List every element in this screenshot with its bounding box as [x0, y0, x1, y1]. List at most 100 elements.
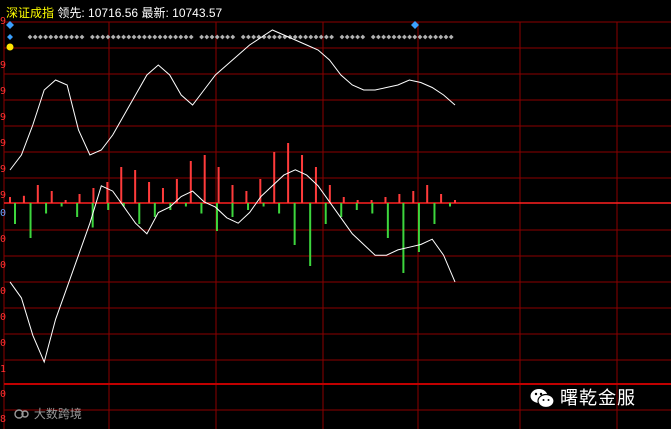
- marker-dot-icon: [79, 34, 85, 40]
- marker-dot-icon: [225, 34, 230, 40]
- marker-dot-icon: [38, 34, 43, 40]
- marker-dot-icon: [422, 34, 428, 40]
- volume-up-bar: [454, 200, 456, 203]
- volume-up-bar: [328, 185, 331, 203]
- volume-up-bar: [120, 167, 123, 203]
- volume-up-bar: [245, 191, 248, 203]
- marker-dot-icon: [64, 34, 69, 40]
- marker-dot-icon: [209, 34, 215, 40]
- marker-dot-icon: [277, 34, 282, 40]
- marker-dot-icon: [448, 34, 454, 40]
- y-axis-tick-label: 1: [0, 364, 7, 375]
- volume-up-bar: [398, 194, 401, 203]
- wechat-icon: [529, 388, 555, 409]
- y-axis-tick-label: 9: [0, 60, 7, 71]
- marker-dot-icon: [350, 34, 355, 40]
- volume-up-bar: [50, 191, 53, 203]
- marker-dot-icon: [386, 34, 392, 40]
- marker-dot-icon: [292, 34, 298, 40]
- marker-dot-icon: [95, 34, 100, 40]
- marker-dot-icon: [43, 34, 48, 40]
- marker-dot-icon: [199, 34, 204, 40]
- marker-dot-icon: [27, 34, 33, 40]
- marker-dot-icon: [105, 34, 111, 40]
- volume-down-bar: [138, 203, 141, 224]
- marker-row: [6, 21, 454, 51]
- marker-dot-icon: [360, 34, 366, 40]
- y-axis-tick-label: 0: [0, 286, 7, 297]
- volume-down-bar: [107, 203, 110, 210]
- marker-dot-icon: [188, 34, 194, 40]
- marker-dot-icon: [157, 34, 163, 40]
- marker-dot-icon: [173, 34, 178, 40]
- volume-up-bar: [217, 167, 220, 203]
- volume-down-bar: [76, 203, 79, 217]
- marker-dot-icon: [90, 34, 95, 40]
- volume-up-bar: [92, 188, 95, 203]
- marker-dot-icon: [251, 34, 256, 40]
- y-axis-tick-label: 0: [0, 389, 7, 400]
- volume-bars: [9, 143, 456, 273]
- marker-dot-icon: [266, 34, 272, 40]
- marker-dot-icon: [220, 34, 225, 40]
- marker-dot-icon: [272, 34, 277, 40]
- yellow-dot-icon: [6, 43, 14, 51]
- y-axis-tick-label: 9: [0, 112, 7, 123]
- volume-down-bar: [293, 203, 296, 245]
- watermark: 大数跨境: [14, 405, 82, 422]
- marker-dot-icon: [183, 34, 189, 40]
- marker-dot-icon: [121, 34, 126, 40]
- marker-dot-icon: [412, 34, 418, 40]
- y-axis-tick-label: 9: [0, 164, 7, 175]
- volume-up-bar: [78, 194, 81, 203]
- volume-up-bar: [148, 182, 151, 203]
- marker-dot-icon: [230, 34, 236, 40]
- watermark-text: 大数跨境: [33, 407, 82, 421]
- marker-dot-icon: [381, 34, 386, 40]
- marker-dot-icon: [58, 34, 64, 40]
- marker-dot-icon: [131, 34, 137, 40]
- volume-up-bar: [259, 179, 262, 203]
- marker-dot-icon: [147, 34, 152, 40]
- volume-down-bar: [309, 203, 312, 266]
- chart-grid: [3, 21, 671, 429]
- latest-value: 10743.57: [172, 6, 223, 20]
- volume-down-bar: [402, 203, 405, 273]
- marker-dot-icon: [433, 34, 438, 40]
- marker-dot-icon: [308, 34, 314, 40]
- marker-dot-icon: [329, 34, 334, 40]
- watermark-logo-icon: [14, 409, 29, 419]
- volume-down-bar: [200, 203, 203, 214]
- marker-dot-icon: [240, 34, 246, 40]
- marker-dot-icon: [53, 34, 59, 40]
- marker-dot-icon: [116, 34, 121, 40]
- marker-dot-icon: [152, 34, 158, 40]
- marker-dot-icon: [298, 34, 303, 40]
- volume-up-bar: [106, 182, 109, 203]
- marker-dot-icon: [407, 34, 412, 40]
- volume-down-bar: [247, 203, 250, 210]
- marker-dot-icon: [438, 34, 444, 40]
- lead-value: 10716.56: [88, 6, 139, 20]
- marker-dot-icon: [126, 34, 132, 40]
- y-axis-tick-label: 9: [0, 190, 7, 201]
- y-axis-tick-label: 0: [0, 234, 7, 245]
- marker-dot-icon: [168, 34, 173, 40]
- volume-down-bar: [449, 203, 451, 207]
- volume-up-bar: [273, 152, 276, 203]
- volume-down-bar: [215, 203, 218, 231]
- volume-up-bar: [22, 195, 25, 203]
- volume-down-bar: [340, 203, 343, 217]
- volume-down-bar: [45, 203, 48, 214]
- y-axis-tick-label: 8: [0, 414, 7, 425]
- lead-label: 领先:: [57, 6, 85, 20]
- marker-dot-icon: [313, 34, 319, 40]
- y-axis-tick-label: 9: [0, 138, 7, 149]
- volume-up-bar: [64, 200, 67, 203]
- volume-up-bar: [384, 197, 387, 203]
- y-axis-tick-label: 0: [0, 260, 7, 271]
- volume-up-bar: [134, 170, 137, 203]
- intraday-chart[interactable]: [0, 0, 671, 429]
- marker-dot-icon: [324, 34, 329, 40]
- marker-dot-icon: [48, 34, 54, 40]
